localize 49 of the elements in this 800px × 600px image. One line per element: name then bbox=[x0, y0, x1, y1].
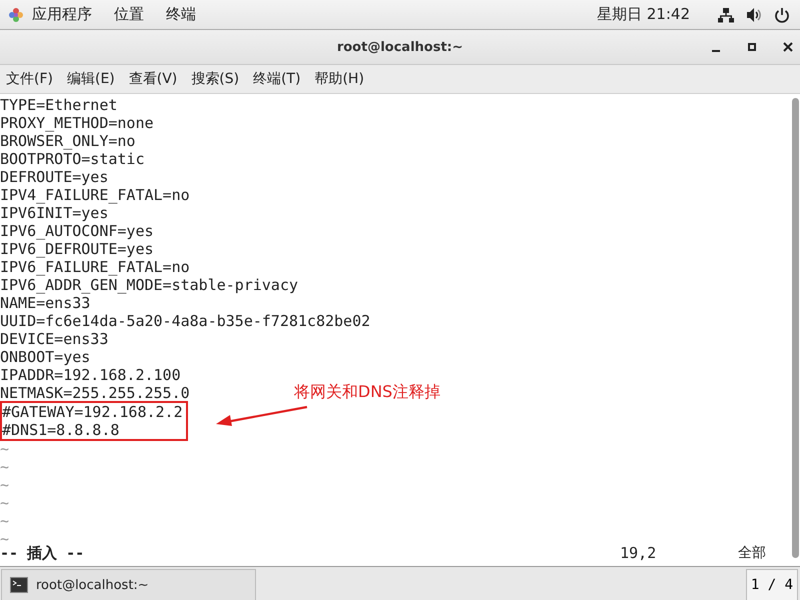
text-line: #DNS1=8.8.8.8 bbox=[2, 421, 120, 439]
text-line: NAME=ens33 bbox=[0, 294, 90, 312]
empty-line-marker: ~ bbox=[0, 512, 10, 530]
menu-item[interactable]: 查看(V) bbox=[128, 70, 178, 88]
empty-line-marker: ~ bbox=[0, 494, 10, 512]
cursor-position: 19,2 bbox=[620, 544, 656, 562]
taskbar-item[interactable]: root@localhost:~ bbox=[1, 569, 256, 600]
top-menu[interactable]: 终端 bbox=[166, 5, 196, 24]
text-line: BOOTPROTO=static bbox=[0, 150, 144, 168]
text-line: TYPE=Ethernet bbox=[0, 96, 118, 114]
text-line: IPADDR=192.168.2.100 bbox=[0, 366, 181, 384]
text-line: IPV4_FAILURE_FATAL=no bbox=[0, 186, 190, 204]
menu-item[interactable]: 编辑(E) bbox=[66, 70, 115, 88]
text-line: IPV6_FAILURE_FATAL=no bbox=[0, 258, 190, 276]
maximize-icon[interactable] bbox=[746, 41, 758, 53]
text-line: NETMASK=255.255.255.0 bbox=[0, 384, 190, 402]
text-line: IPV6_ADDR_GEN_MODE=stable-privacy bbox=[0, 276, 298, 294]
text-line: PROXY_METHOD=none bbox=[0, 114, 154, 132]
text-line: BROWSER_ONLY=no bbox=[0, 132, 136, 150]
network-icon[interactable] bbox=[718, 6, 734, 22]
top-menu[interactable]: 应用程序 bbox=[32, 5, 92, 24]
text-line: DEVICE=ens33 bbox=[0, 330, 108, 348]
menu-item[interactable]: 帮助(H) bbox=[314, 70, 364, 88]
workspace-pager[interactable]: 1 / 4 bbox=[746, 569, 798, 600]
flower-icon[interactable] bbox=[8, 6, 24, 22]
menu-item[interactable]: 文件(F) bbox=[6, 70, 53, 88]
text-line: UUID=fc6e14da-5a20-4a8a-b35e-f7281c82be02 bbox=[0, 312, 370, 330]
clock[interactable]: 星期日 21:42 bbox=[597, 5, 690, 24]
speaker-icon[interactable] bbox=[746, 6, 762, 22]
text-line: IPV6_AUTOCONF=yes bbox=[0, 222, 154, 240]
close-icon[interactable] bbox=[782, 41, 794, 53]
menu-item[interactable]: 终端(T) bbox=[253, 70, 301, 88]
window-title: root@localhost:~ bbox=[336, 40, 464, 54]
text-line: #GATEWAY=192.168.2.2 bbox=[2, 403, 183, 421]
taskbar-label: root@localhost:~ bbox=[36, 578, 149, 592]
text-line: IPV6_DEFROUTE=yes bbox=[0, 240, 154, 258]
scroll-position: 全部 bbox=[738, 544, 766, 562]
empty-line-marker: ~ bbox=[0, 476, 10, 494]
menu-item[interactable]: 搜索(S) bbox=[191, 70, 240, 88]
empty-line-marker: ~ bbox=[0, 440, 10, 458]
top-menu[interactable]: 位置 bbox=[114, 5, 144, 24]
empty-line-marker: ~ bbox=[0, 458, 10, 476]
scrollbar[interactable] bbox=[792, 98, 799, 558]
text-line: IPV6INIT=yes bbox=[0, 204, 108, 222]
text-line: DEFROUTE=yes bbox=[0, 168, 108, 186]
power-icon[interactable] bbox=[774, 6, 790, 22]
annotation-text: 将网关和DNS注释掉 bbox=[294, 382, 440, 403]
text-line: ONBOOT=yes bbox=[0, 348, 90, 366]
terminal-icon[interactable] bbox=[10, 577, 28, 593]
